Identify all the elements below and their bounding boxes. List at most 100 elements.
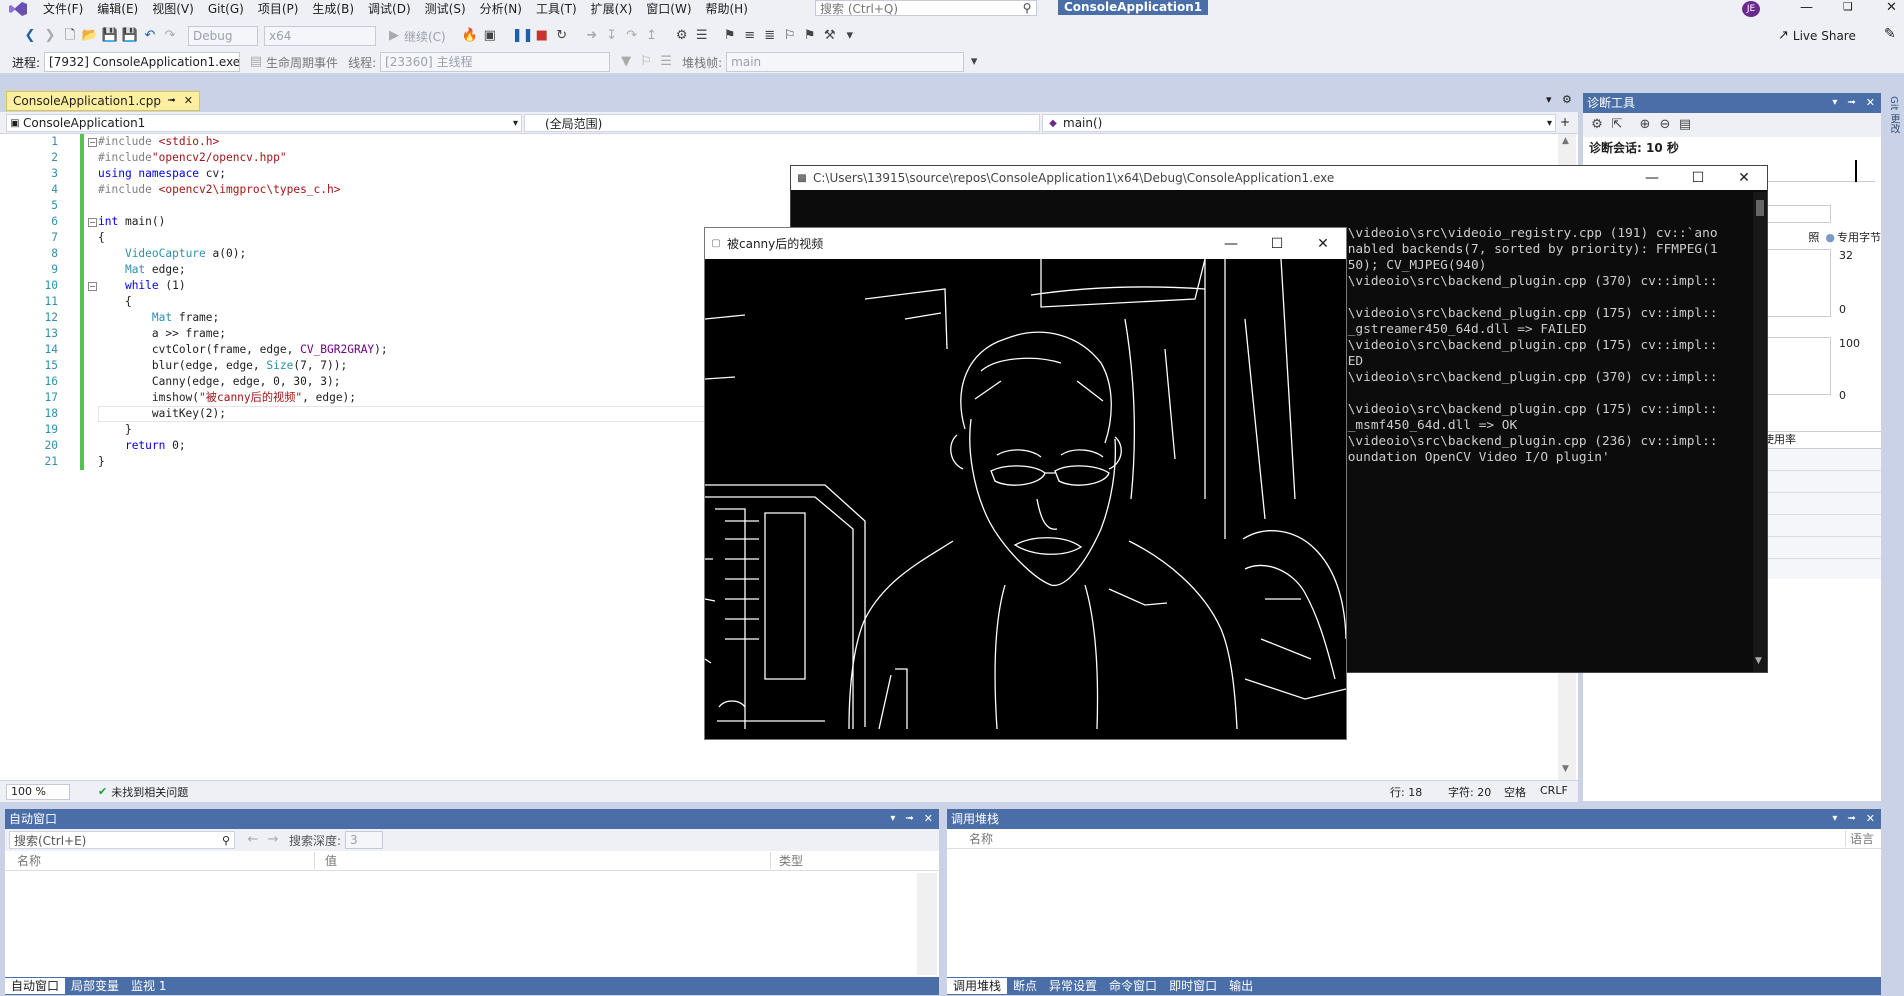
thread-dropdown[interactable]: [23360] 主线程 (380, 52, 611, 72)
tab-list-icon[interactable]: ▾ (1546, 93, 1552, 106)
feedback-icon[interactable]: ✎ (1884, 26, 1896, 42)
platform-dropdown[interactable]: x64 (264, 26, 376, 46)
undo-icon[interactable]: ↶ (140, 26, 160, 46)
close-icon[interactable]: ✕ (1300, 236, 1346, 252)
console-scroll-thumb[interactable] (1756, 200, 1764, 216)
tab-consoleapplication1-cpp[interactable]: ConsoleApplication1.cpp ➟ ✕ (6, 91, 200, 111)
show-next-icon[interactable]: ➜ (582, 26, 602, 46)
menu-item[interactable]: 工具(T) (529, 0, 584, 18)
function-nav-dropdown[interactable]: ◆ main() ▾ (1042, 114, 1556, 132)
hexadecimal-icon[interactable]: ⚙ (672, 26, 692, 46)
line-position[interactable]: 行: 18 (1390, 784, 1422, 800)
restore-icon[interactable]: ❏ (1843, 0, 1853, 13)
menu-item[interactable]: 分析(N) (473, 0, 529, 18)
continue-button[interactable]: 继续(C) (404, 28, 446, 45)
menu-item[interactable]: 编辑(E) (90, 0, 145, 18)
flag-icon[interactable]: ⚐ (636, 52, 656, 72)
save-icon[interactable]: 💾 (100, 26, 120, 46)
chevron-down-icon[interactable]: ▾ (1832, 809, 1837, 829)
comment-icon[interactable]: ≡ (740, 26, 760, 46)
bottom-tab[interactable]: 调用堆栈 (947, 978, 1008, 994)
stackframe-dropdown[interactable]: main (726, 52, 965, 72)
close-tab-icon[interactable]: ✕ (184, 92, 193, 110)
pin-icon[interactable]: ➟ (905, 809, 913, 829)
menu-item[interactable]: 帮助(H) (699, 0, 755, 18)
pin-icon[interactable]: ➟ (1847, 809, 1855, 829)
close-icon[interactable]: ✕ (1866, 809, 1875, 829)
menu-item[interactable]: 调试(D) (361, 0, 418, 18)
overflow-icon[interactable]: ▾ (964, 52, 984, 72)
bottom-tab[interactable]: 监视 1 (125, 978, 172, 994)
menu-item[interactable]: 生成(B) (305, 0, 361, 18)
close-icon[interactable]: ✕ (924, 809, 933, 829)
chevron-down-icon[interactable]: ▾ (890, 809, 895, 829)
restart-icon[interactable]: ↻ (552, 26, 572, 46)
scroll-down-icon[interactable]: ▼ (1755, 656, 1762, 666)
char-position[interactable]: 字符: 20 (1448, 784, 1491, 800)
bottom-tab[interactable]: 即时窗口 (1163, 978, 1223, 994)
bottom-tab[interactable]: 局部变量 (65, 978, 125, 994)
menu-item[interactable]: 视图(V) (145, 0, 201, 18)
stop-icon[interactable]: ■ (532, 26, 552, 46)
menu-item[interactable]: 扩展(X) (584, 0, 640, 18)
menu-item[interactable]: Git(G) (201, 0, 251, 18)
video-window[interactable]: ▢ 被canny后的视频 — ☐ ✕ (704, 227, 1347, 740)
menu-item[interactable]: 文件(F) (36, 0, 90, 18)
back-icon[interactable]: ← (243, 830, 263, 850)
live-share-button[interactable]: ↗ Live Share (1778, 28, 1856, 43)
step-into-icon[interactable]: ↧ (602, 26, 622, 46)
zoom-out-icon[interactable]: ⊖ (1655, 115, 1675, 135)
pause-icon[interactable]: ❚❚ (512, 26, 534, 46)
process-dropdown[interactable]: [7932] ConsoleApplication1.exe (44, 52, 241, 72)
video-title-bar[interactable]: ▢ 被canny后的视频 — ☐ ✕ (705, 228, 1346, 259)
code-line[interactable]: #include <stdio.h> (98, 134, 1548, 150)
uncomment-icon[interactable]: ≣ (760, 26, 780, 46)
minimize-icon[interactable]: — (1629, 170, 1675, 186)
chevron-down-icon[interactable]: ▾ (1832, 93, 1837, 113)
line-ending[interactable]: CRLF (1540, 784, 1568, 797)
gear-icon[interactable]: ⚙ (1587, 115, 1607, 135)
config-dropdown[interactable]: Debug (188, 26, 258, 46)
back-icon[interactable]: ❮ (20, 26, 40, 46)
bookmark-next-icon[interactable]: ⚑ (800, 26, 820, 46)
overflow-icon[interactable]: ▾ (840, 26, 860, 46)
autos-search-input[interactable]: 搜索(Ctrl+E) ⚲ (9, 831, 235, 849)
new-file-icon[interactable]: 🗋 (60, 26, 80, 46)
issues-status[interactable]: 未找到相关问题 (111, 784, 188, 800)
side-tab[interactable]: 解决方案资源管理器 (1900, 96, 1904, 186)
threads-icon[interactable]: ☰ (692, 26, 712, 46)
bottom-tab[interactable]: 自动窗口 (5, 978, 66, 994)
scroll-down-icon[interactable]: ▼ (1562, 764, 1569, 774)
pin-icon[interactable]: ➟ (167, 92, 175, 110)
bookmark-icon[interactable]: ⚑ (720, 26, 740, 46)
zoom-dropdown[interactable]: 100 % (6, 783, 70, 800)
open-folder-icon[interactable]: 📂 (80, 26, 100, 46)
bottom-tab[interactable]: 异常设置 (1043, 978, 1103, 994)
save-all-icon[interactable]: 💾 (120, 26, 140, 46)
close-icon[interactable]: ✕ (1886, 0, 1897, 15)
scope-nav-dropdown[interactable]: (全局范围) (524, 114, 1040, 132)
bookmark-clear-icon[interactable]: ⚒ (820, 26, 840, 46)
search-box[interactable]: 搜索 (Ctrl+Q) ⚲ (815, 0, 1037, 16)
settings-icon[interactable]: ⚙ (1562, 93, 1572, 106)
autos-col-type[interactable]: 类型 (771, 852, 803, 869)
menu-item[interactable]: 测试(S) (418, 0, 473, 18)
console-title-bar[interactable]: ▩ C:\Users\13915\source\repos\ConsoleApp… (791, 166, 1767, 190)
forward-icon[interactable]: → (263, 830, 283, 850)
filter-icon[interactable]: ▼ (616, 52, 636, 72)
hot-reload-icon[interactable]: 🔥 (460, 26, 480, 46)
pin-icon[interactable]: ➟ (1847, 93, 1855, 113)
bottom-tab[interactable]: 输出 (1223, 978, 1259, 994)
forward-icon[interactable]: ❯ (40, 26, 60, 46)
zoom-in-icon[interactable]: ⊕ (1635, 115, 1655, 135)
whitespace-mode[interactable]: 空格 (1504, 784, 1526, 800)
autos-col-value[interactable]: 值 (315, 852, 771, 869)
scroll-up-icon[interactable]: ▲ (1562, 136, 1569, 146)
diagnostics-icon[interactable]: ▣ (480, 26, 500, 46)
callstack-col-name[interactable]: 名称 (947, 830, 1845, 847)
collapse-icon[interactable]: − (88, 282, 97, 291)
minimize-icon[interactable]: — (1800, 0, 1813, 15)
close-icon[interactable]: ✕ (1721, 170, 1767, 186)
bottom-tab[interactable]: 命令窗口 (1103, 978, 1163, 994)
menu-item[interactable]: 窗口(W) (639, 0, 698, 18)
